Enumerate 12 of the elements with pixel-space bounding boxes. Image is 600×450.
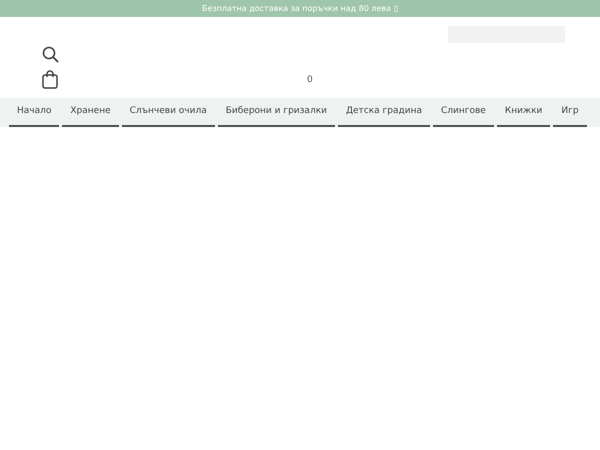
nav-link[interactable]: Начало (9, 98, 60, 127)
nav-link[interactable]: Слингове (432, 98, 494, 127)
nav-link[interactable]: Детска градина (338, 98, 430, 127)
search-icon[interactable] (42, 46, 59, 63)
promo-text: Безплатна доставка за поръчки над 80 лева ▯ (202, 4, 398, 13)
nav-link[interactable]: Хранене (62, 98, 119, 127)
nav-link[interactable]: Биберони и гризалки (218, 98, 335, 127)
nav-link[interactable]: Книжки (496, 98, 550, 127)
cart-count: 0 (307, 75, 313, 85)
shopping-bag-icon[interactable] (42, 70, 58, 89)
nav-link[interactable]: Игр (553, 98, 587, 127)
nav-link[interactable]: Слънчеви очила (122, 98, 215, 127)
